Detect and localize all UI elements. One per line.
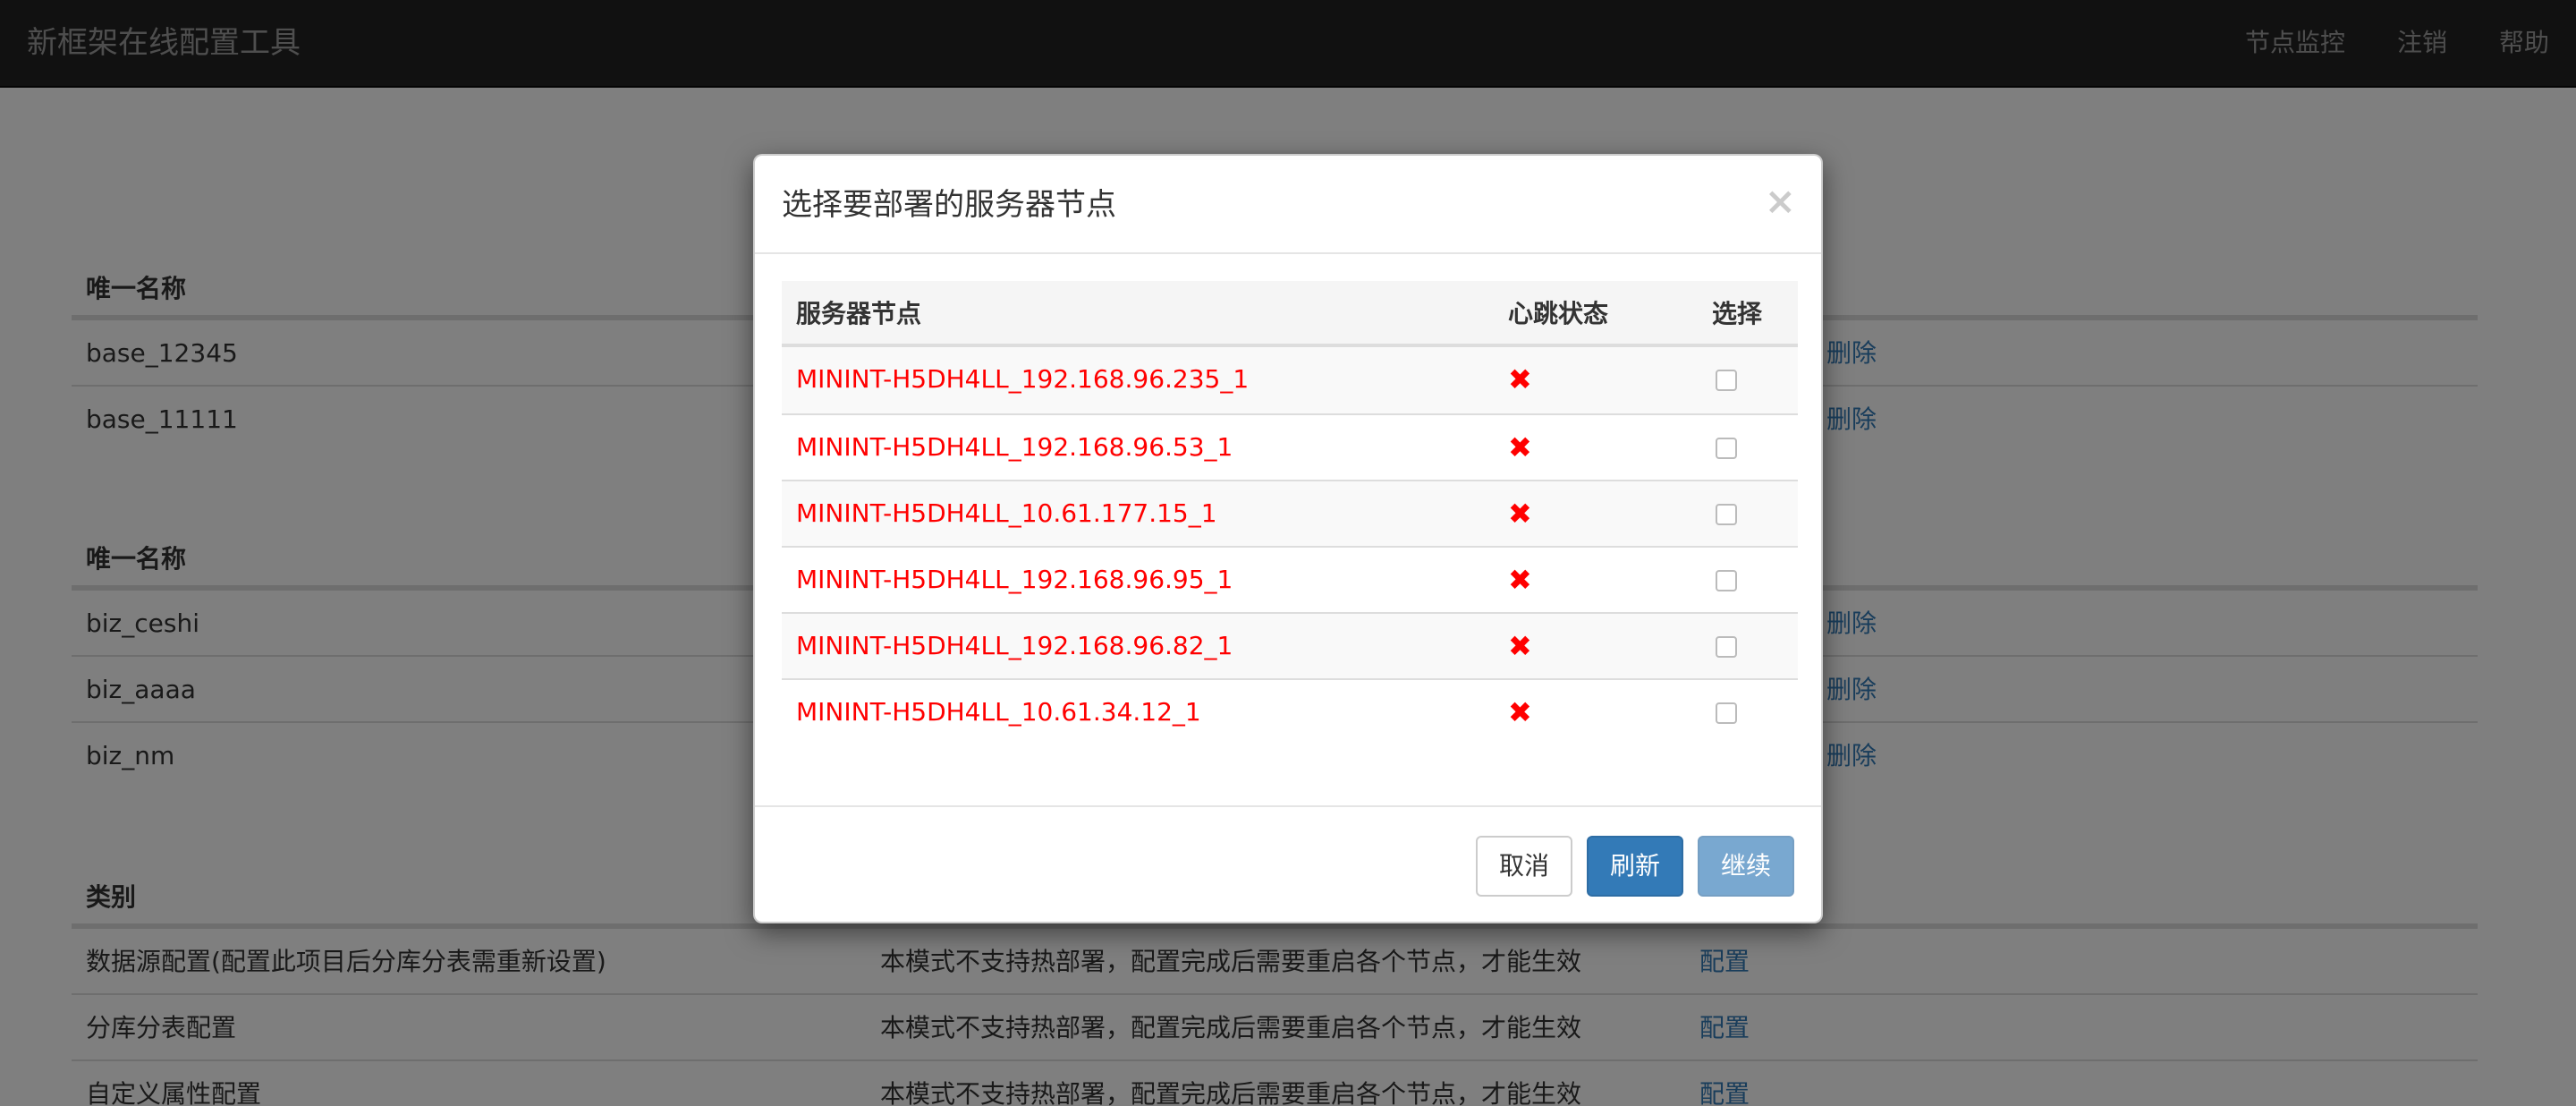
col-header-heartbeat: 心跳状态 [1508,299,1609,328]
node-name: MININT-H5DH4LL_192.168.96.95_1 [796,565,1233,594]
node-checkbox[interactable] [1716,702,1737,724]
heartbeat-fail-icon: ✖ [1508,497,1532,531]
table-row: MININT-H5DH4LL_192.168.96.235_1 ✖ [782,347,1798,413]
node-checkbox[interactable] [1716,370,1737,391]
node-checkbox[interactable] [1716,636,1737,658]
modal-title: 选择要部署的服务器节点 [782,187,1116,223]
node-name: MININT-H5DH4LL_192.168.96.82_1 [796,631,1233,660]
node-rows: MININT-H5DH4LL_192.168.96.235_1 ✖ MININT… [782,347,1798,744]
close-icon[interactable]: × [1765,179,1796,224]
modal-header: 选择要部署的服务器节点 × [755,156,1821,254]
node-name: MININT-H5DH4LL_192.168.96.53_1 [796,432,1233,462]
modal-body: 服务器节点 心跳状态 选择 MININT-H5DH4LL_192.168.96.… [782,281,1798,744]
node-name: MININT-H5DH4LL_192.168.96.235_1 [796,364,1250,394]
modal-footer: 取消 刷新 继续 [755,805,1821,922]
node-name: MININT-H5DH4LL_10.61.34.12_1 [796,697,1201,727]
heartbeat-fail-icon: ✖ [1508,362,1532,396]
table-row: MININT-H5DH4LL_10.61.177.15_1 ✖ [782,480,1798,546]
col-header-node: 服务器节点 [796,299,922,328]
table-row: MININT-H5DH4LL_10.61.34.12_1 ✖ [782,678,1798,744]
cancel-button[interactable]: 取消 [1476,836,1572,897]
node-checkbox[interactable] [1716,504,1737,525]
table-row: MININT-H5DH4LL_192.168.96.95_1 ✖ [782,546,1798,612]
continue-button[interactable]: 继续 [1698,836,1794,897]
table-row: MININT-H5DH4LL_192.168.96.53_1 ✖ [782,413,1798,480]
refresh-button[interactable]: 刷新 [1587,836,1683,897]
table-row: MININT-H5DH4LL_192.168.96.82_1 ✖ [782,612,1798,678]
select-node-modal: 选择要部署的服务器节点 × 服务器节点 心跳状态 选择 MININT-H5DH4… [753,154,1823,923]
node-table-header: 服务器节点 心跳状态 选择 [782,281,1798,347]
heartbeat-fail-icon: ✖ [1508,629,1532,663]
heartbeat-fail-icon: ✖ [1508,695,1532,729]
col-header-select: 选择 [1712,299,1763,328]
node-name: MININT-H5DH4LL_10.61.177.15_1 [796,498,1217,528]
node-checkbox[interactable] [1716,438,1737,459]
heartbeat-fail-icon: ✖ [1508,563,1532,597]
node-table: 服务器节点 心跳状态 选择 MININT-H5DH4LL_192.168.96.… [782,281,1798,744]
node-checkbox[interactable] [1716,570,1737,591]
heartbeat-fail-icon: ✖ [1508,430,1532,464]
